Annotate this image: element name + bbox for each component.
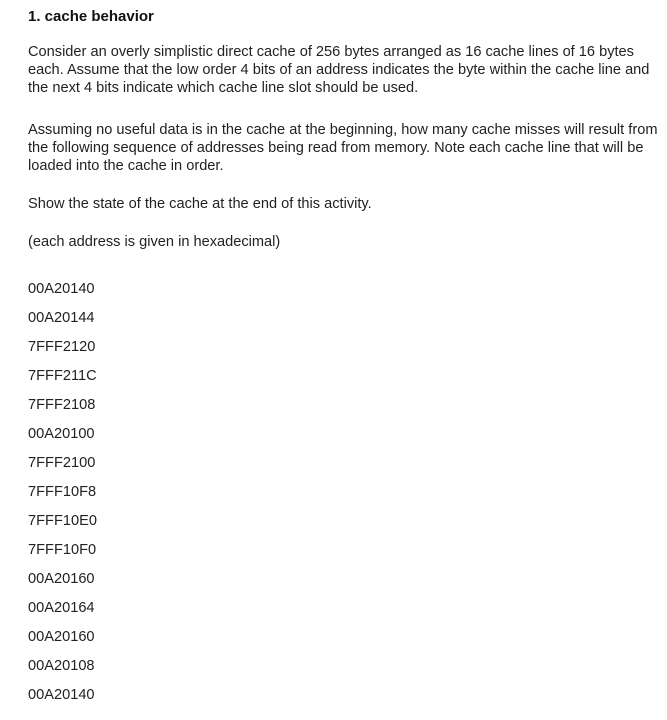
question-paragraph: Assuming no useful data is in the cache … (28, 122, 658, 174)
address-item: 7FFF2120 (28, 339, 96, 355)
cache-description-paragraph: Consider an overly simplistic direct cac… (28, 44, 650, 96)
address-item: 7FFF10E0 (28, 513, 97, 529)
address-item: 7FFF10F8 (28, 484, 97, 500)
address-item: 00A20140 (28, 281, 95, 297)
address-list: 00A20140 00A20144 7FFF2120 7FFF211C 7FFF… (28, 280, 97, 715)
question-title: 1. cache behavior (28, 8, 154, 25)
address-item: 7FFF211C (28, 368, 97, 384)
address-item: 7FFF10F0 (28, 542, 97, 558)
instruction-paragraph: Show the state of the cache at the end o… (28, 196, 372, 212)
address-item: 00A20140 (28, 687, 95, 703)
address-item: 00A20144 (28, 310, 95, 326)
address-item: 7FFF2100 (28, 455, 96, 471)
address-item: 7FFF2108 (28, 397, 96, 413)
address-item: 00A20100 (28, 426, 95, 442)
hex-note-paragraph: (each address is given in hexadecimal) (28, 234, 281, 250)
address-item: 00A20164 (28, 600, 95, 616)
address-item: 00A20160 (28, 571, 95, 587)
address-item: 00A20160 (28, 629, 95, 645)
address-item: 00A20108 (28, 658, 95, 674)
